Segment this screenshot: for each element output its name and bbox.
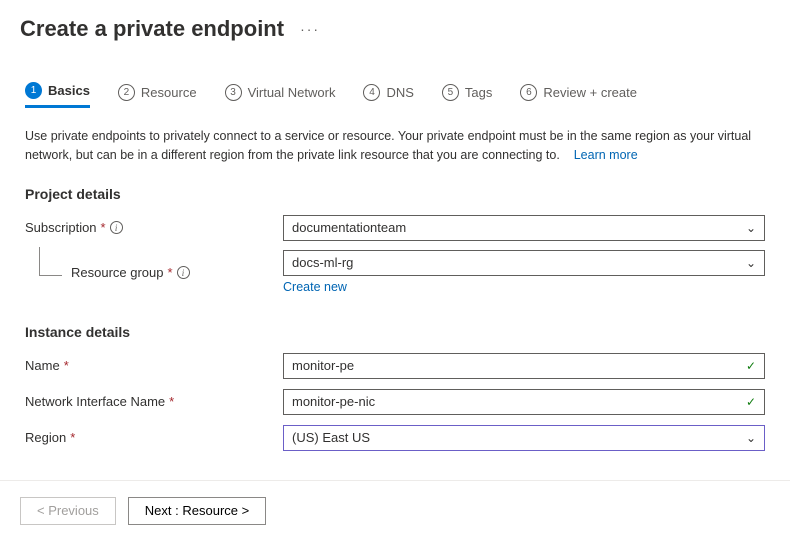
info-icon[interactable]: i <box>177 266 190 279</box>
tab-label: Virtual Network <box>248 85 336 100</box>
section-project-details: Project details <box>25 186 765 202</box>
tab-tags[interactable]: 5 Tags <box>442 82 492 108</box>
tab-number-icon: 6 <box>520 84 537 101</box>
intro-text: Use private endpoints to privately conne… <box>25 127 765 166</box>
tab-label: DNS <box>386 85 413 100</box>
tab-label: Resource <box>141 85 197 100</box>
learn-more-link[interactable]: Learn more <box>574 148 638 162</box>
region-label: Region * <box>25 430 283 445</box>
region-dropdown[interactable]: (US) East US ⌄ <box>283 425 765 451</box>
tab-label: Review + create <box>543 85 637 100</box>
name-input[interactable]: monitor-pe ✓ <box>283 353 765 379</box>
subscription-dropdown[interactable]: documentationteam ⌄ <box>283 215 765 241</box>
wizard-tabs: 1 Basics 2 Resource 3 Virtual Network 4 … <box>0 42 790 109</box>
resource-group-dropdown[interactable]: docs-ml-rg ⌄ <box>283 250 765 276</box>
subscription-label: Subscription * i <box>25 220 283 235</box>
tab-number-icon: 4 <box>363 84 380 101</box>
valid-check-icon: ✓ <box>746 359 756 373</box>
more-actions-icon[interactable]: ··· <box>300 21 320 37</box>
nic-name-label: Network Interface Name * <box>25 394 283 409</box>
nic-name-input[interactable]: monitor-pe-nic ✓ <box>283 389 765 415</box>
tab-virtual-network[interactable]: 3 Virtual Network <box>225 82 336 108</box>
name-label: Name * <box>25 358 283 373</box>
tab-dns[interactable]: 4 DNS <box>363 82 413 108</box>
info-icon[interactable]: i <box>110 221 123 234</box>
tab-basics[interactable]: 1 Basics <box>25 82 90 108</box>
tab-number-icon: 1 <box>25 82 42 99</box>
chevron-down-icon: ⌄ <box>746 431 756 445</box>
page-title: Create a private endpoint <box>20 16 284 42</box>
tab-label: Tags <box>465 85 492 100</box>
tab-resource[interactable]: 2 Resource <box>118 82 197 108</box>
section-instance-details: Instance details <box>25 324 765 340</box>
tab-review-create[interactable]: 6 Review + create <box>520 82 637 108</box>
tab-label: Basics <box>48 83 90 98</box>
chevron-down-icon: ⌄ <box>746 256 756 270</box>
valid-check-icon: ✓ <box>746 395 756 409</box>
next-button[interactable]: Next : Resource > <box>128 497 266 525</box>
previous-button: < Previous <box>20 497 116 525</box>
create-new-link[interactable]: Create new <box>283 280 347 294</box>
tab-number-icon: 2 <box>118 84 135 101</box>
tab-number-icon: 3 <box>225 84 242 101</box>
tab-number-icon: 5 <box>442 84 459 101</box>
resource-group-label: Resource group * i <box>25 265 283 280</box>
chevron-down-icon: ⌄ <box>746 221 756 235</box>
